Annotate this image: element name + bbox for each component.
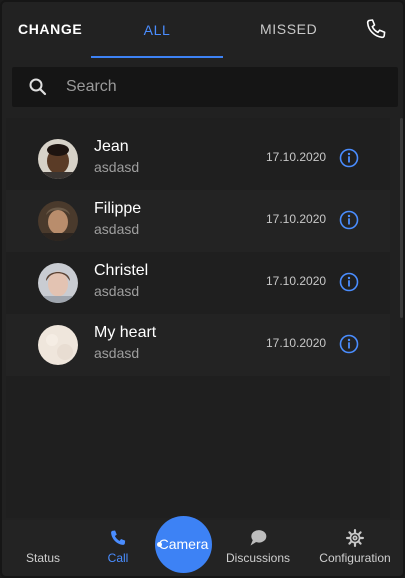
call-date: 17.10.2020	[266, 212, 327, 226]
chat-bubble-icon	[250, 530, 267, 546]
active-tab-indicator	[91, 56, 223, 58]
list-item[interactable]: My heart asdasd 17.10.2020	[6, 314, 390, 376]
search-input[interactable]	[66, 67, 386, 107]
nav-call[interactable]: Call	[86, 520, 150, 576]
nav-status-label: Status	[25, 551, 61, 565]
nav-discussions[interactable]: Discussions	[218, 520, 298, 576]
avatar	[38, 201, 78, 241]
search-bar	[12, 67, 398, 107]
contact-name: Christel	[94, 262, 149, 279]
call-date: 17.10.2020	[266, 336, 327, 350]
contact-name: Filippe	[94, 200, 142, 217]
camera-dot-icon	[157, 542, 162, 547]
contact-subtitle: asdasd	[94, 283, 140, 299]
contact-subtitle: asdasd	[94, 159, 140, 175]
avatar	[38, 139, 78, 179]
search-icon	[29, 78, 47, 96]
camera-label: Camera	[158, 536, 209, 552]
scrollbar[interactable]	[400, 118, 403, 318]
tab-missed[interactable]: MISSED	[260, 21, 317, 37]
info-icon[interactable]	[339, 334, 359, 354]
info-icon[interactable]	[339, 148, 359, 168]
info-icon[interactable]	[339, 272, 359, 292]
call-date: 17.10.2020	[266, 150, 327, 164]
nav-configuration[interactable]: Configuration	[310, 520, 400, 576]
app-window: CHANGE ALL MISSED Jean asda	[0, 0, 405, 578]
call-list: Jean asdasd 17.10.2020 Filippe asdasd 17…	[6, 118, 390, 518]
tab-change[interactable]: CHANGE	[18, 21, 82, 37]
tab-all[interactable]: ALL	[91, 2, 223, 58]
top-tab-bar: CHANGE ALL MISSED	[2, 2, 403, 60]
gear-icon	[346, 529, 364, 547]
phone-icon	[111, 530, 126, 545]
contact-subtitle: asdasd	[94, 221, 140, 237]
nav-status[interactable]: Status	[10, 520, 76, 576]
nav-configuration-label: Configuration	[319, 551, 391, 565]
avatar	[38, 263, 78, 303]
contact-name: Jean	[94, 138, 129, 155]
list-item[interactable]: Jean asdasd 17.10.2020	[6, 128, 390, 190]
info-icon[interactable]	[339, 210, 359, 230]
nav-discussions-label: Discussions	[225, 551, 291, 565]
nav-call-label: Call	[107, 551, 129, 565]
list-item[interactable]: Filippe asdasd 17.10.2020	[6, 190, 390, 252]
avatar	[38, 325, 78, 365]
phone-icon[interactable]	[364, 17, 388, 41]
contact-subtitle: asdasd	[94, 345, 140, 361]
call-date: 17.10.2020	[266, 274, 327, 288]
camera-button[interactable]: Camera	[155, 516, 212, 573]
contact-name: My heart	[94, 324, 157, 341]
list-item[interactable]: Christel asdasd 17.10.2020	[6, 252, 390, 314]
